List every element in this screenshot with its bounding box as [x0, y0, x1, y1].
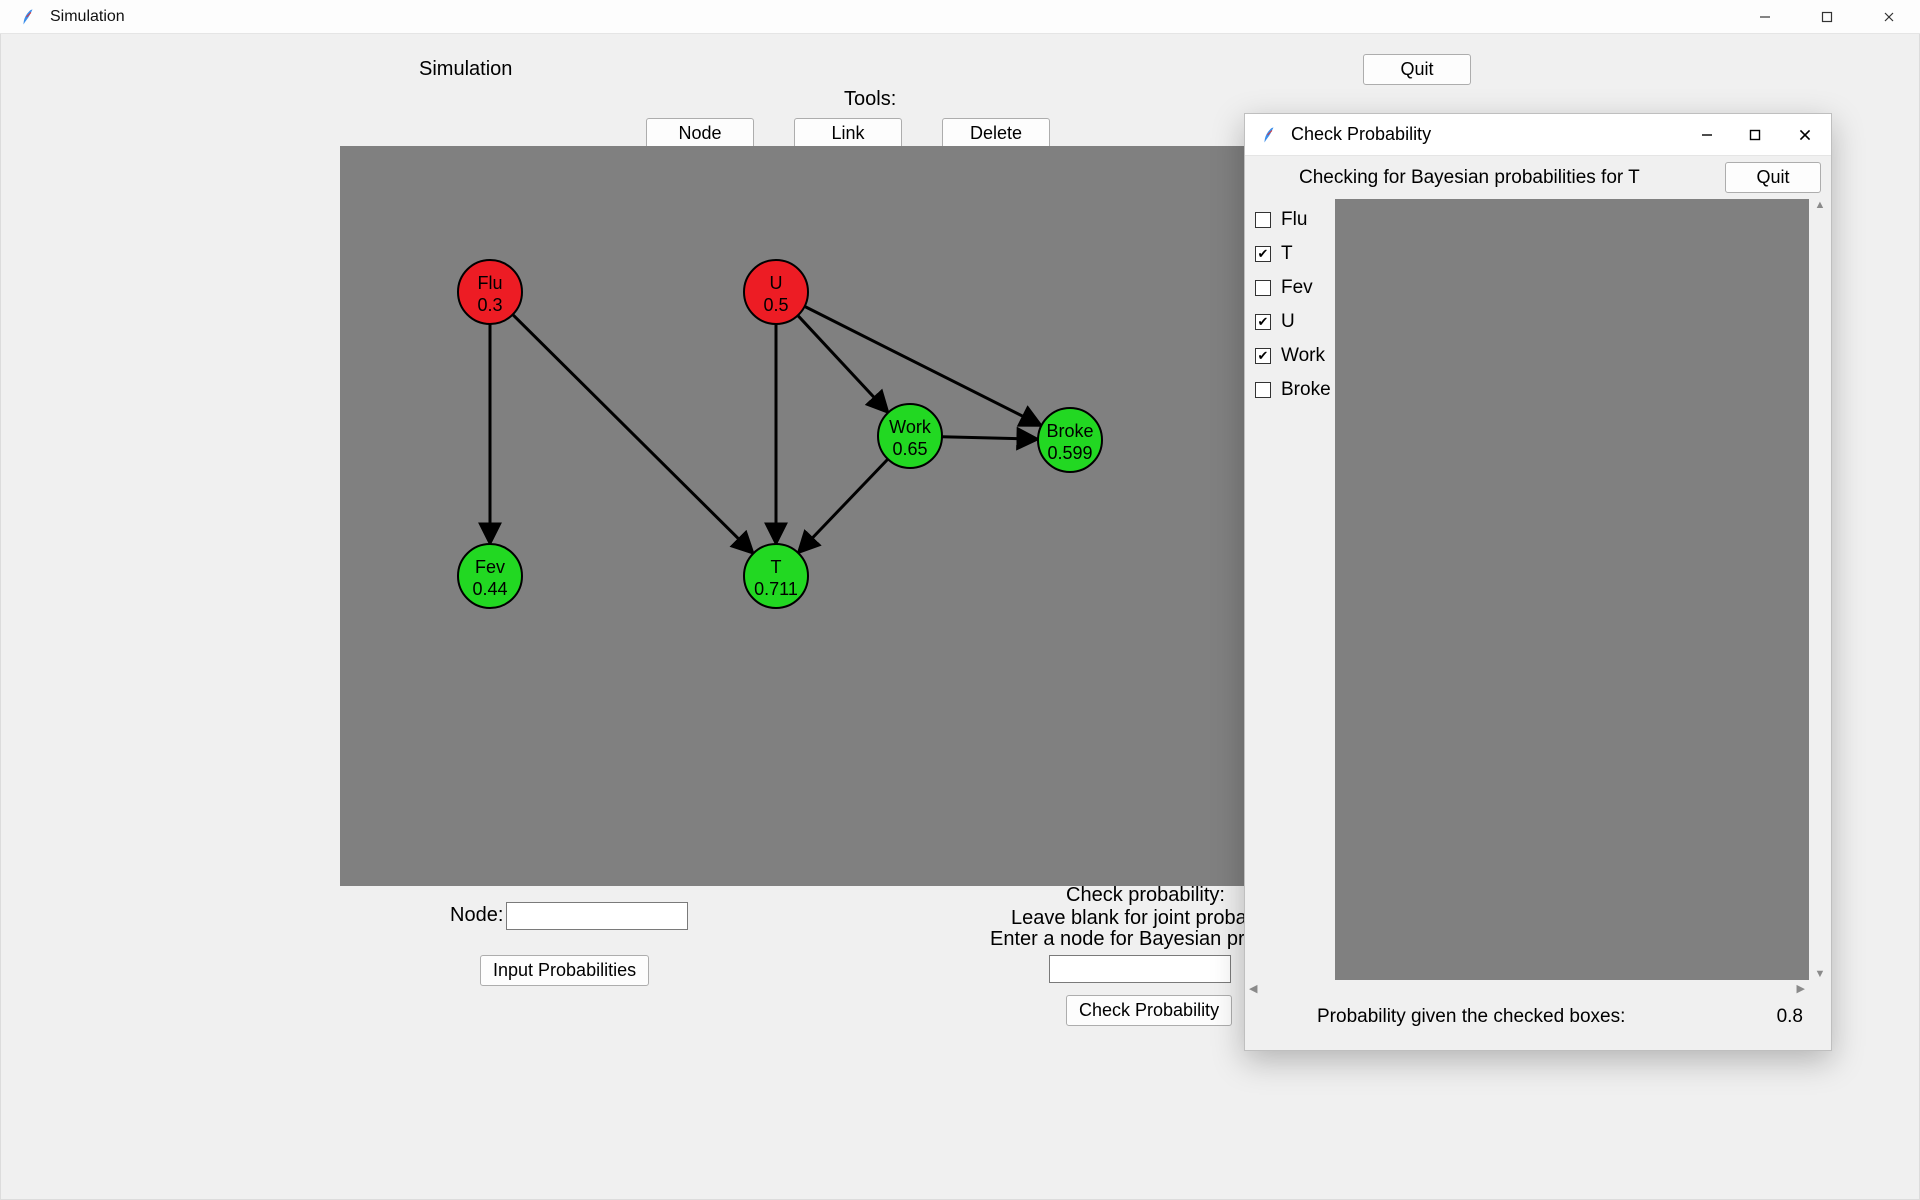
edge-Work-Broke[interactable] — [942, 437, 1038, 439]
check-probability-label: Check probability: — [1066, 884, 1225, 907]
app-icon — [1259, 125, 1279, 145]
app-icon — [18, 7, 38, 27]
main-titlebar: Simulation — [0, 0, 1920, 34]
checkbox-row-flu[interactable]: Flu — [1255, 203, 1331, 237]
check-probability-button[interactable]: Check Probability — [1066, 995, 1232, 1026]
sub-footer: Probability given the checked boxes: 0.8 — [1245, 996, 1831, 1050]
graph-canvas[interactable]: Flu0.3 U0.5 Fev0.44 T0.711 Work0.65 Broke0.59… — [340, 146, 1248, 886]
delete-button[interactable]: Delete — [942, 118, 1050, 149]
window-title: Simulation — [50, 8, 125, 26]
node-t[interactable]: T0.711 — [744, 544, 808, 608]
link-button[interactable]: Link — [794, 118, 902, 149]
scroll-left-icon[interactable]: ◀ — [1249, 982, 1257, 995]
edge-Work-T[interactable] — [798, 459, 888, 553]
page-title: Simulation — [419, 58, 512, 81]
checkbox-broke[interactable] — [1255, 382, 1271, 398]
sub-quit-button[interactable]: Quit — [1725, 162, 1821, 193]
checkbox-label: Broke — [1281, 379, 1331, 401]
svg-text:0.44: 0.44 — [472, 579, 507, 599]
sub-top-row: Checking for Bayesian probabilities for … — [1245, 156, 1831, 199]
checkbox-label: Fev — [1281, 277, 1313, 299]
tools-toolbar: Node Link Delete — [646, 118, 1050, 149]
node-flu[interactable]: Flu0.3 — [458, 260, 522, 324]
checkbox-label: Flu — [1281, 209, 1307, 231]
svg-text:0.3: 0.3 — [477, 295, 502, 315]
checkbox-row-u[interactable]: U — [1255, 305, 1331, 339]
node-input-label: Node: — [450, 904, 503, 927]
checkbox-panel: Flu T Fev U Work Broke — [1245, 199, 1341, 996]
checkbox-flu[interactable] — [1255, 212, 1271, 228]
vertical-scrollbar[interactable]: ▲ ▼ — [1809, 199, 1831, 980]
result-label: Probability given the checked boxes: — [1317, 1006, 1625, 1028]
scroll-up-icon[interactable]: ▲ — [1815, 199, 1826, 211]
quit-button[interactable]: Quit — [1363, 54, 1471, 85]
node-work[interactable]: Work0.65 — [878, 404, 942, 468]
node-fev[interactable]: Fev0.44 — [458, 544, 522, 608]
svg-text:U: U — [770, 273, 783, 293]
result-value: 0.8 — [1777, 1006, 1803, 1028]
svg-text:Work: Work — [889, 417, 932, 437]
check-probability-window: Check Probability Checking for Bayesian … — [1244, 113, 1832, 1051]
sub-close-icon[interactable] — [1779, 114, 1831, 156]
sub-window-title: Check Probability — [1291, 124, 1431, 145]
svg-text:0.65: 0.65 — [892, 439, 927, 459]
svg-text:Fev: Fev — [475, 557, 505, 577]
svg-text:0.5: 0.5 — [763, 295, 788, 315]
sub-minimize-icon[interactable] — [1683, 114, 1731, 156]
input-probabilities-button[interactable]: Input Probabilities — [480, 955, 649, 986]
checkbox-label: T — [1281, 243, 1293, 265]
svg-text:Broke: Broke — [1046, 421, 1093, 441]
tools-label: Tools: — [844, 88, 896, 111]
close-icon[interactable] — [1858, 0, 1920, 34]
sub-titlebar: Check Probability — [1245, 114, 1831, 156]
checkbox-row-t[interactable]: T — [1255, 237, 1331, 271]
checkbox-work[interactable] — [1255, 348, 1271, 364]
edge-Flu-T[interactable] — [513, 315, 754, 554]
svg-text:0.711: 0.711 — [754, 579, 798, 599]
scroll-down-icon[interactable]: ▼ — [1815, 968, 1826, 980]
maximize-icon[interactable] — [1796, 0, 1858, 34]
minimize-icon[interactable] — [1734, 0, 1796, 34]
edge-U-Work[interactable] — [798, 315, 888, 412]
sub-maximize-icon[interactable] — [1731, 114, 1779, 156]
checkbox-t[interactable] — [1255, 246, 1271, 262]
window-controls — [1734, 0, 1920, 34]
checkbox-label: Work — [1281, 345, 1325, 367]
checkbox-row-fev[interactable]: Fev — [1255, 271, 1331, 305]
node-button[interactable]: Node — [646, 118, 754, 149]
checkbox-u[interactable] — [1255, 314, 1271, 330]
graph-svg: Flu0.3 U0.5 Fev0.44 T0.711 Work0.65 Broke0.59… — [340, 146, 1248, 886]
sub-canvas — [1335, 199, 1809, 980]
horizontal-scrollbar[interactable]: ◀ ▶ — [1245, 980, 1809, 996]
check-probability-input[interactable] — [1049, 955, 1231, 983]
node-input[interactable] — [506, 902, 688, 930]
node-u[interactable]: U0.5 — [744, 260, 808, 324]
checkbox-label: U — [1281, 311, 1295, 333]
sub-top-label: Checking for Bayesian probabilities for … — [1299, 167, 1640, 189]
svg-text:Flu: Flu — [477, 273, 502, 293]
sub-body: Flu T Fev U Work Broke ▲ ▼ ◀ ▶ — [1245, 199, 1831, 996]
checkbox-row-work[interactable]: Work — [1255, 339, 1331, 373]
svg-text:T: T — [771, 557, 782, 577]
client-area: Simulation Quit Tools: Node Link Delete … — [0, 34, 1920, 1200]
scroll-right-icon[interactable]: ▶ — [1797, 982, 1805, 995]
checkbox-row-broke[interactable]: Broke — [1255, 373, 1331, 407]
node-broke[interactable]: Broke0.599 — [1038, 408, 1102, 472]
svg-text:0.599: 0.599 — [1047, 443, 1092, 463]
checkbox-fev[interactable] — [1255, 280, 1271, 296]
